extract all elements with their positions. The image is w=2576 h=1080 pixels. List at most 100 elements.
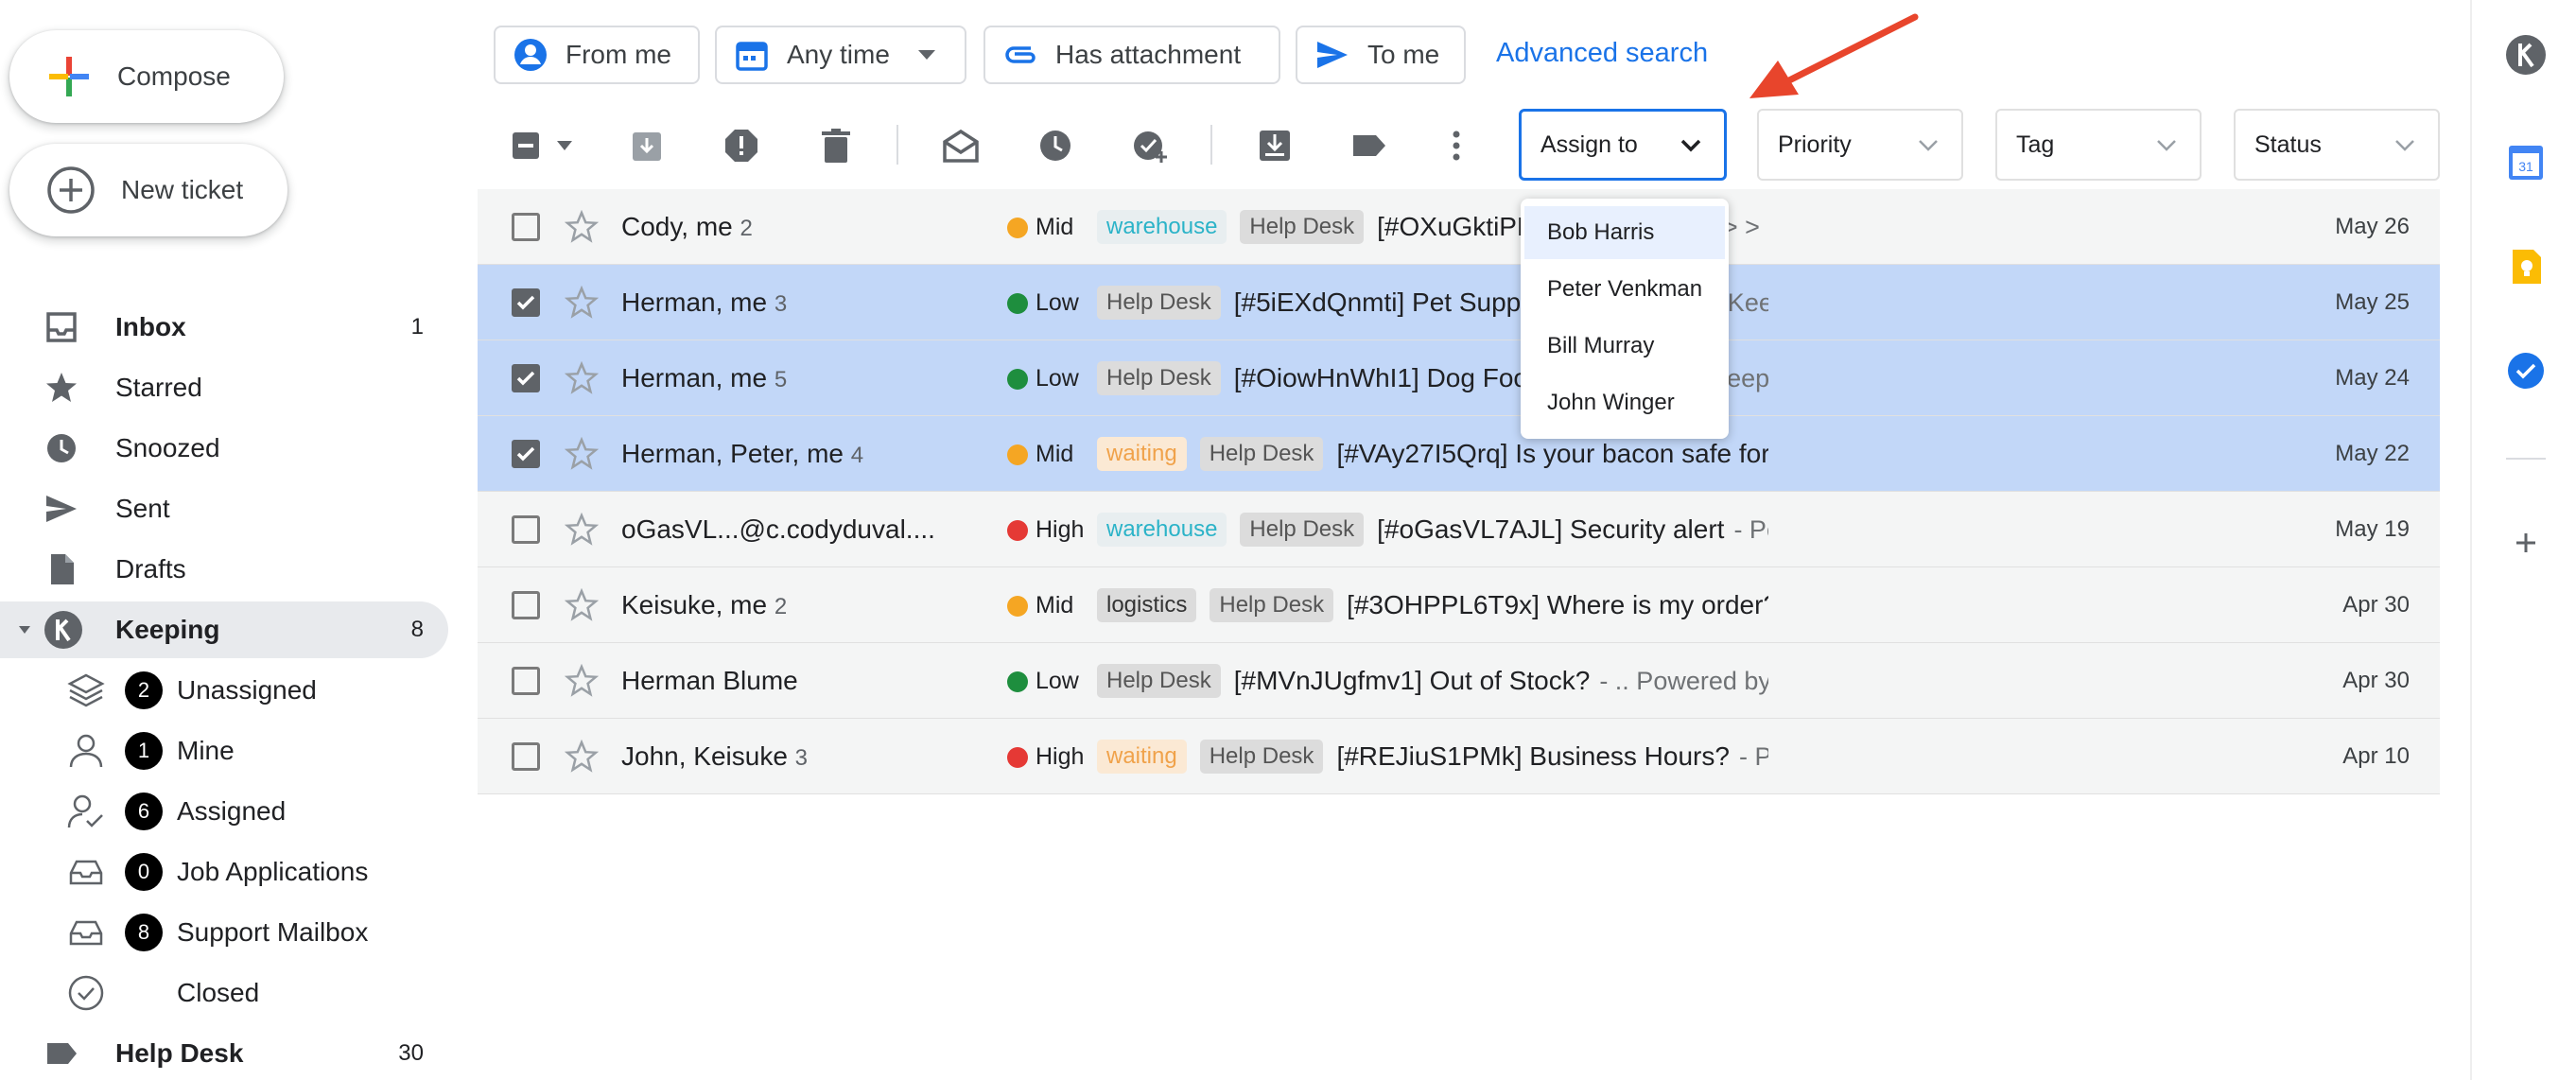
archive-icon[interactable] [628, 127, 666, 165]
tag-label[interactable]: Help Desk [1240, 210, 1365, 244]
tag-label[interactable]: warehouse [1097, 513, 1227, 547]
row-checkbox[interactable] [512, 742, 540, 771]
nav-assigned[interactable]: 6 Assigned [0, 783, 448, 840]
tag-label[interactable]: Help Desk [1240, 513, 1365, 547]
nav-starred[interactable]: Starred [0, 359, 448, 416]
star-outline-icon[interactable] [565, 664, 599, 698]
tag-label[interactable]: waiting [1097, 740, 1187, 774]
tag-label[interactable]: Help Desk [1097, 286, 1221, 320]
nav-help-desk[interactable]: Help Desk 30 [0, 1025, 448, 1080]
rail-divider [2506, 458, 2546, 460]
row-checkbox[interactable] [512, 591, 540, 619]
nav-mine[interactable]: 1 Mine [0, 723, 448, 779]
tasks-icon[interactable] [2505, 350, 2547, 392]
tag-label[interactable]: logistics [1097, 588, 1197, 622]
assignee-option[interactable]: Peter Venkman [1524, 263, 1725, 316]
filter-to-me[interactable]: To me [1296, 26, 1466, 84]
email-row[interactable]: Herman, Peter, me 4 Mid waiting Help Desk [#… [478, 416, 2440, 492]
nav-support-mailbox[interactable]: 8 Support Mailbox [0, 904, 448, 961]
status-dropdown[interactable]: Status [2234, 109, 2440, 181]
mark-as-read-icon[interactable] [942, 127, 980, 165]
email-date: May 25 [2335, 289, 2410, 315]
filter-any-time[interactable]: Any time [715, 26, 966, 84]
star-outline-icon[interactable] [565, 588, 599, 622]
nav-label: Help Desk [115, 1038, 244, 1068]
select-checkbox-icon[interactable] [509, 127, 547, 165]
nav-unassigned[interactable]: 2 Unassigned [0, 662, 448, 719]
nav-keeping[interactable]: Keeping 8 [0, 601, 448, 658]
assignee-option[interactable]: John Winger [1524, 376, 1725, 429]
star-outline-icon[interactable] [565, 740, 599, 774]
row-checkbox[interactable] [512, 440, 540, 468]
star-outline-icon[interactable] [565, 286, 599, 320]
keeping-logo-icon[interactable] [2505, 34, 2547, 76]
email-row[interactable]: Herman, me 5 Low Help Desk [#OiowHnWhI1] Do… [478, 340, 2440, 416]
report-spam-icon[interactable] [722, 127, 760, 165]
keep-notes-icon[interactable] [2505, 246, 2547, 287]
email-row[interactable]: Herman, me 3 Low Help Desk [#5iEXdQnmti] Pe… [478, 265, 2440, 340]
more-vert-icon[interactable] [1437, 127, 1475, 165]
layers-icon [67, 673, 105, 707]
tag-label[interactable]: Help Desk [1210, 588, 1334, 622]
tag-label[interactable]: warehouse [1097, 210, 1227, 244]
assign-to-dropdown[interactable]: Assign to [1519, 109, 1727, 181]
delete-icon[interactable] [817, 127, 855, 165]
chevron-down-icon [1919, 140, 1938, 151]
star-outline-icon[interactable] [565, 210, 599, 244]
add-task-icon[interactable] [1131, 127, 1169, 165]
tray-icon [69, 920, 103, 946]
calendar-app-icon[interactable]: 31 [2505, 142, 2547, 183]
priority-dropdown[interactable]: Priority [1757, 109, 1963, 181]
thread-count: 2 [740, 216, 753, 241]
email-snippet: - .. Powered by Keeping ™ ---------- Rep… [1599, 666, 1768, 695]
tag-label[interactable]: Help Desk [1097, 361, 1221, 395]
priority-indicator: High [1007, 743, 1084, 771]
filter-from-me[interactable]: From me [494, 26, 700, 84]
nav-job-applications[interactable]: 0 Job Applications [0, 844, 448, 900]
nav-drafts[interactable]: Drafts [0, 541, 448, 598]
move-to-icon[interactable] [1256, 127, 1294, 165]
tag-label[interactable]: Help Desk [1199, 437, 1324, 471]
tag-label[interactable]: waiting [1097, 437, 1187, 471]
row-checkbox[interactable] [512, 515, 540, 544]
snooze-icon[interactable] [1036, 127, 1074, 165]
nav-snoozed[interactable]: Snoozed [0, 420, 448, 477]
nav-inbox[interactable]: Inbox 1 [0, 299, 448, 356]
filter-has-attachment[interactable]: Has attachment [983, 26, 1280, 84]
email-row[interactable]: John, Keisuke 3 High waiting Help Desk [#REJ… [478, 719, 2440, 794]
row-checkbox[interactable] [512, 364, 540, 392]
star-outline-icon[interactable] [565, 513, 599, 547]
compose-button[interactable]: Compose [9, 30, 284, 123]
priority-label: Low [1036, 668, 1079, 694]
chip-label: To me [1367, 40, 1440, 69]
nav-label: Keeping [115, 615, 220, 644]
email-row[interactable]: Cody, me 2 Mid warehouse Help Desk [#OXuGkti… [478, 189, 2440, 265]
row-checkbox[interactable] [512, 213, 540, 241]
row-checkbox[interactable] [512, 288, 540, 317]
star-outline-icon[interactable] [565, 437, 599, 471]
caret-down-icon[interactable] [17, 622, 32, 637]
tag-label[interactable]: Help Desk [1199, 740, 1324, 774]
email-content: waiting Help Desk [#REJiuS1PMk] Business H… [1097, 738, 1768, 775]
email-row[interactable]: oGasVL...@c.codyduval.... High warehouse H… [478, 492, 2440, 567]
email-date: May 26 [2335, 214, 2410, 239]
new-ticket-button[interactable]: New ticket [9, 144, 287, 236]
assignee-option[interactable]: Bill Murray [1524, 320, 1725, 373]
priority-label: Mid [1036, 441, 1074, 467]
email-row[interactable]: Keisuke, me 2 Mid logistics Help Desk [#3OHP… [478, 567, 2440, 643]
tag-label[interactable]: Help Desk [1097, 664, 1221, 698]
label-icon[interactable] [1350, 127, 1388, 165]
sender-text: Herman, me [621, 287, 768, 317]
nav-closed[interactable]: Closed [0, 965, 448, 1021]
email-row[interactable]: Herman Blume Low Help Desk [#MVnJUgfmv1] O… [478, 643, 2440, 719]
row-checkbox[interactable] [512, 667, 540, 695]
star-outline-icon[interactable] [565, 361, 599, 395]
sender-name: Herman, Peter, me 4 [621, 439, 863, 469]
nav-sent[interactable]: Sent [0, 480, 448, 537]
sender-name: oGasVL...@c.codyduval.... [621, 514, 935, 545]
add-icon[interactable] [2505, 522, 2547, 564]
assignee-option[interactable]: Bob Harris [1524, 206, 1725, 259]
tag-dropdown[interactable]: Tag [1995, 109, 2202, 181]
advanced-search-link[interactable]: Advanced search [1496, 38, 1708, 69]
caret-down-icon[interactable] [556, 140, 573, 151]
